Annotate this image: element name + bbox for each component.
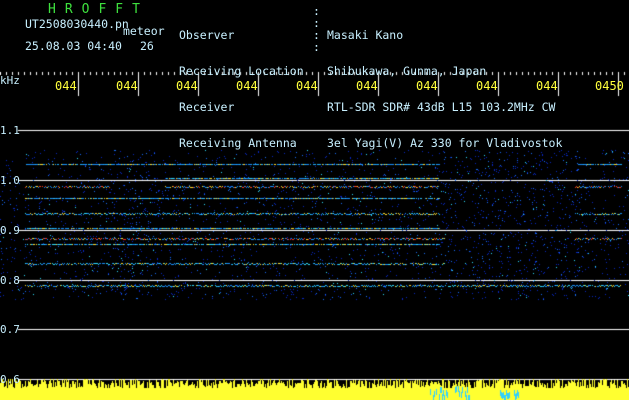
- time-tick: 044: [116, 79, 138, 93]
- freq-label: 0.7: [0, 323, 20, 336]
- value-location: Shibukawa, Gunma, Japan: [327, 64, 487, 78]
- label-antenna: Receiving Antenna: [179, 136, 297, 150]
- time-tick: 044: [176, 79, 198, 93]
- label-observer: Observer: [179, 28, 235, 42]
- value-antenna: 3el Yagi(V) Az 330 for Vladivostok: [327, 136, 563, 150]
- info-colons: ::::: [313, 4, 320, 54]
- station-name: HROFFT: [48, 2, 149, 17]
- detection-label: meteor: [123, 24, 165, 38]
- observation-datetime: 25.08.03 04:40: [25, 39, 122, 53]
- meteor-count: 26: [140, 39, 154, 53]
- freq-label: 0.9: [0, 224, 20, 237]
- value-observer: Masaki Kano: [327, 28, 404, 42]
- time-tick: 044: [416, 79, 438, 93]
- freq-label: 0.8: [0, 274, 20, 287]
- time-tick: 044: [356, 79, 378, 93]
- label-location: Receiving Location: [179, 64, 304, 78]
- label-receiver: Receiver: [179, 100, 235, 114]
- frequency-unit-label: kHz: [0, 74, 20, 87]
- freq-label: 1.1: [0, 124, 20, 137]
- value-receiver: RTL-SDR SDR# 43dB L15 103.2MHz CW: [327, 100, 556, 114]
- time-tick: 044: [476, 79, 498, 93]
- time-tick: 044: [236, 79, 258, 93]
- file-name: UT2508030440.pn: [25, 17, 129, 31]
- freq-label: 1.0: [0, 174, 20, 187]
- freq-label: 0.6: [0, 373, 20, 386]
- time-tick: 044: [536, 79, 558, 93]
- time-tick: 044: [55, 79, 77, 93]
- time-tick: 044: [296, 79, 318, 93]
- time-tick: 0450: [595, 79, 624, 93]
